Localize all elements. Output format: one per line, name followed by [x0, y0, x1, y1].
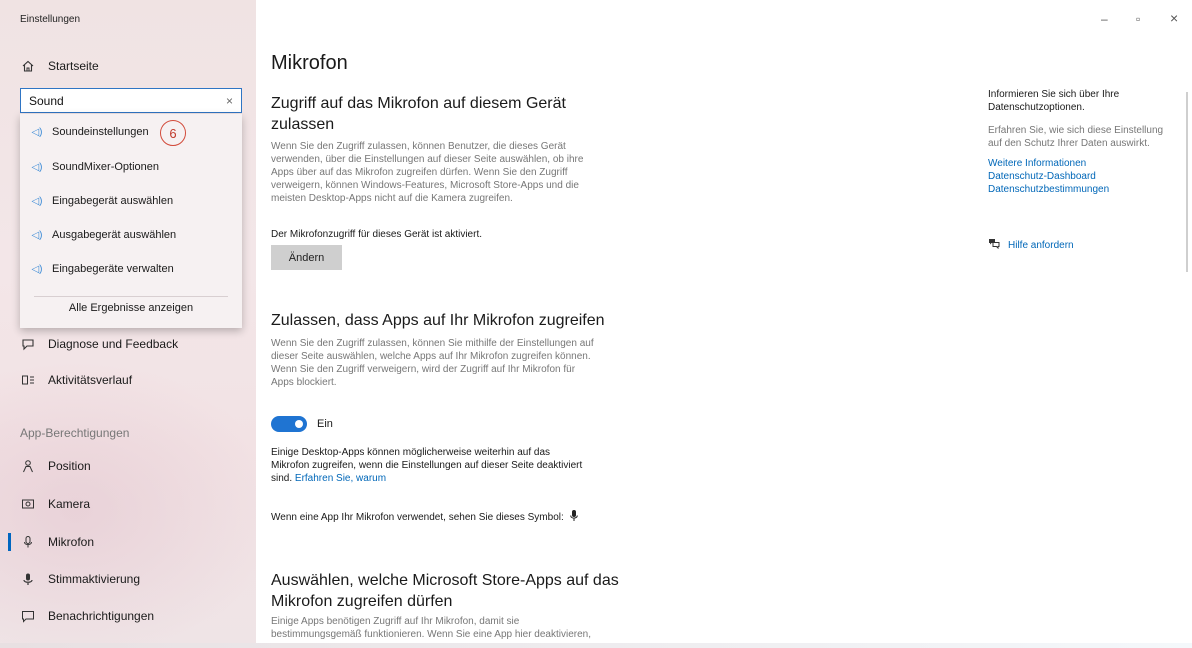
suggestion-item[interactable]: ◁) Eingabegeräte verwalten	[20, 254, 242, 284]
app-access-toggle[interactable]	[271, 416, 307, 432]
page-title: Mikrofon	[271, 52, 348, 74]
suggestion-label: Eingabegeräte verwalten	[52, 263, 174, 275]
more-info-link[interactable]: Weitere Informationen	[988, 158, 1086, 169]
privacy-statement-link[interactable]: Datenschutzbestimmungen	[988, 184, 1109, 195]
sidebar-item-label: Stimmaktivierung	[48, 572, 141, 586]
sidebar-item-label: Diagnose und Feedback	[48, 337, 179, 351]
section-heading: Zulassen, dass Apps auf Ihr Mikrofon zug…	[271, 312, 605, 329]
section-heading: Mikrofon zugreifen dürfen	[271, 593, 453, 610]
toggle-label: Ein	[317, 418, 333, 430]
speaker-icon: ◁)	[31, 126, 43, 138]
speaker-icon: ◁)	[31, 195, 43, 207]
bottom-edge	[0, 643, 1192, 648]
related-settings: Informieren Sie sich über Ihre Datenschu…	[988, 0, 1188, 648]
active-indicator	[8, 533, 11, 551]
timeline-icon	[20, 372, 36, 388]
show-all-results[interactable]: Alle Ergebnisse anzeigen	[20, 302, 242, 314]
sidebar-item-mikrofon[interactable]: Mikrofon	[20, 529, 240, 555]
search-box[interactable]: ×	[20, 88, 242, 113]
camera-icon	[20, 496, 36, 512]
suggestion-label: Soundeinstellungen	[52, 126, 149, 138]
section-heading: Auswählen, welche Microsoft Store-Apps a…	[271, 572, 619, 589]
privacy-dashboard-link[interactable]: Datenschutz-Dashboard	[988, 171, 1096, 182]
section-description: Wenn Sie den Zugriff zulassen, können Si…	[271, 338, 594, 388]
sidebar-item-label: Mikrofon	[48, 535, 95, 549]
learn-why-link[interactable]: Erfahren Sie, warum	[295, 473, 386, 484]
sidebar-item-label: Benachrichtigungen	[48, 609, 155, 623]
speaker-icon: ◁)	[31, 229, 43, 241]
microphone-icon	[569, 510, 578, 525]
suggestion-item[interactable]: ◁) SoundMixer-Optionen	[20, 152, 242, 182]
section-heading: zulassen	[271, 116, 335, 133]
voice-icon	[20, 571, 36, 587]
speaker-icon: ◁)	[31, 161, 43, 173]
change-button[interactable]: Ändern	[271, 245, 342, 270]
sidebar-item-aktivitaet[interactable]: Aktivitätsverlauf	[20, 367, 240, 393]
speaker-icon: ◁)	[31, 263, 43, 275]
section-label: App-Berechtigungen	[20, 426, 130, 440]
home-icon	[20, 58, 36, 74]
sidebar-item-label: Kamera	[48, 497, 91, 511]
sidebar-item-label: Aktivitätsverlauf	[48, 373, 133, 387]
person-icon	[20, 458, 36, 474]
divider	[34, 296, 228, 297]
section-description: Einige Apps benötigen Zugriff auf Ihr Mi…	[271, 616, 591, 640]
sidebar-item-home[interactable]: Startseite	[20, 53, 240, 79]
desktop-apps-note: Einige Desktop-Apps können möglicherweis…	[271, 447, 583, 484]
suggestion-item[interactable]: ◁) Ausgabegerät auswählen	[20, 220, 242, 250]
sidebar-item-label: Startseite	[48, 59, 99, 73]
scrollbar[interactable]	[1186, 92, 1188, 272]
suggestion-item[interactable]: ◁) Soundeinstellungen	[20, 117, 242, 147]
maximize-button[interactable]: ▫	[1136, 12, 1140, 26]
clear-icon[interactable]: ×	[226, 94, 233, 108]
access-status: Der Mikrofonzugriff für dieses Gerät ist…	[271, 229, 482, 240]
sidebar-item-stimmaktivierung[interactable]: Stimmaktivierung	[20, 566, 240, 592]
search-suggestions: ◁) Soundeinstellungen ◁) SoundMixer-Opti…	[20, 114, 242, 328]
suggestion-label: Ausgabegerät auswählen	[52, 229, 177, 241]
symbol-note: Wenn eine App Ihr Mikrofon verwendet, se…	[271, 510, 578, 525]
sidebar-item-benachrichtigungen[interactable]: Benachrichtigungen	[20, 603, 240, 629]
sidebar: Einstellungen Startseite Diagnose und Fe…	[0, 0, 256, 648]
sidebar-item-diagnose[interactable]: Diagnose und Feedback	[20, 331, 240, 357]
privacy-heading: Informieren Sie sich über Ihre Datenschu…	[988, 89, 1120, 113]
get-help-link[interactable]: Hilfe anfordern	[988, 238, 1074, 252]
microphone-icon	[20, 534, 36, 550]
sidebar-item-label: Position	[48, 459, 91, 473]
sidebar-item-position[interactable]: Position	[20, 453, 240, 479]
minimize-button[interactable]: –	[1101, 12, 1108, 26]
close-button[interactable]: ×	[1170, 10, 1178, 26]
suggestion-item[interactable]: ◁) Eingabegerät auswählen	[20, 186, 242, 216]
suggestion-label: SoundMixer-Optionen	[52, 161, 160, 173]
search-input[interactable]	[29, 93, 226, 108]
app-title: Einstellungen	[20, 14, 81, 25]
feedback-icon	[20, 336, 36, 352]
sidebar-item-kamera[interactable]: Kamera	[20, 491, 240, 517]
suggestion-label: Eingabegerät auswählen	[52, 195, 174, 207]
notification-icon	[20, 608, 36, 624]
privacy-description: Erfahren Sie, wie sich diese Einstellung…	[988, 125, 1164, 149]
main-content: Mikrofon Zugriff auf das Mikrofon auf di…	[271, 0, 961, 648]
section-heading: Zugriff auf das Mikrofon auf diesem Gerä…	[271, 95, 566, 112]
help-chat-icon	[988, 238, 1000, 252]
section-description: Wenn Sie den Zugriff zulassen, können Be…	[271, 141, 584, 204]
step-marker: 6	[160, 120, 186, 146]
